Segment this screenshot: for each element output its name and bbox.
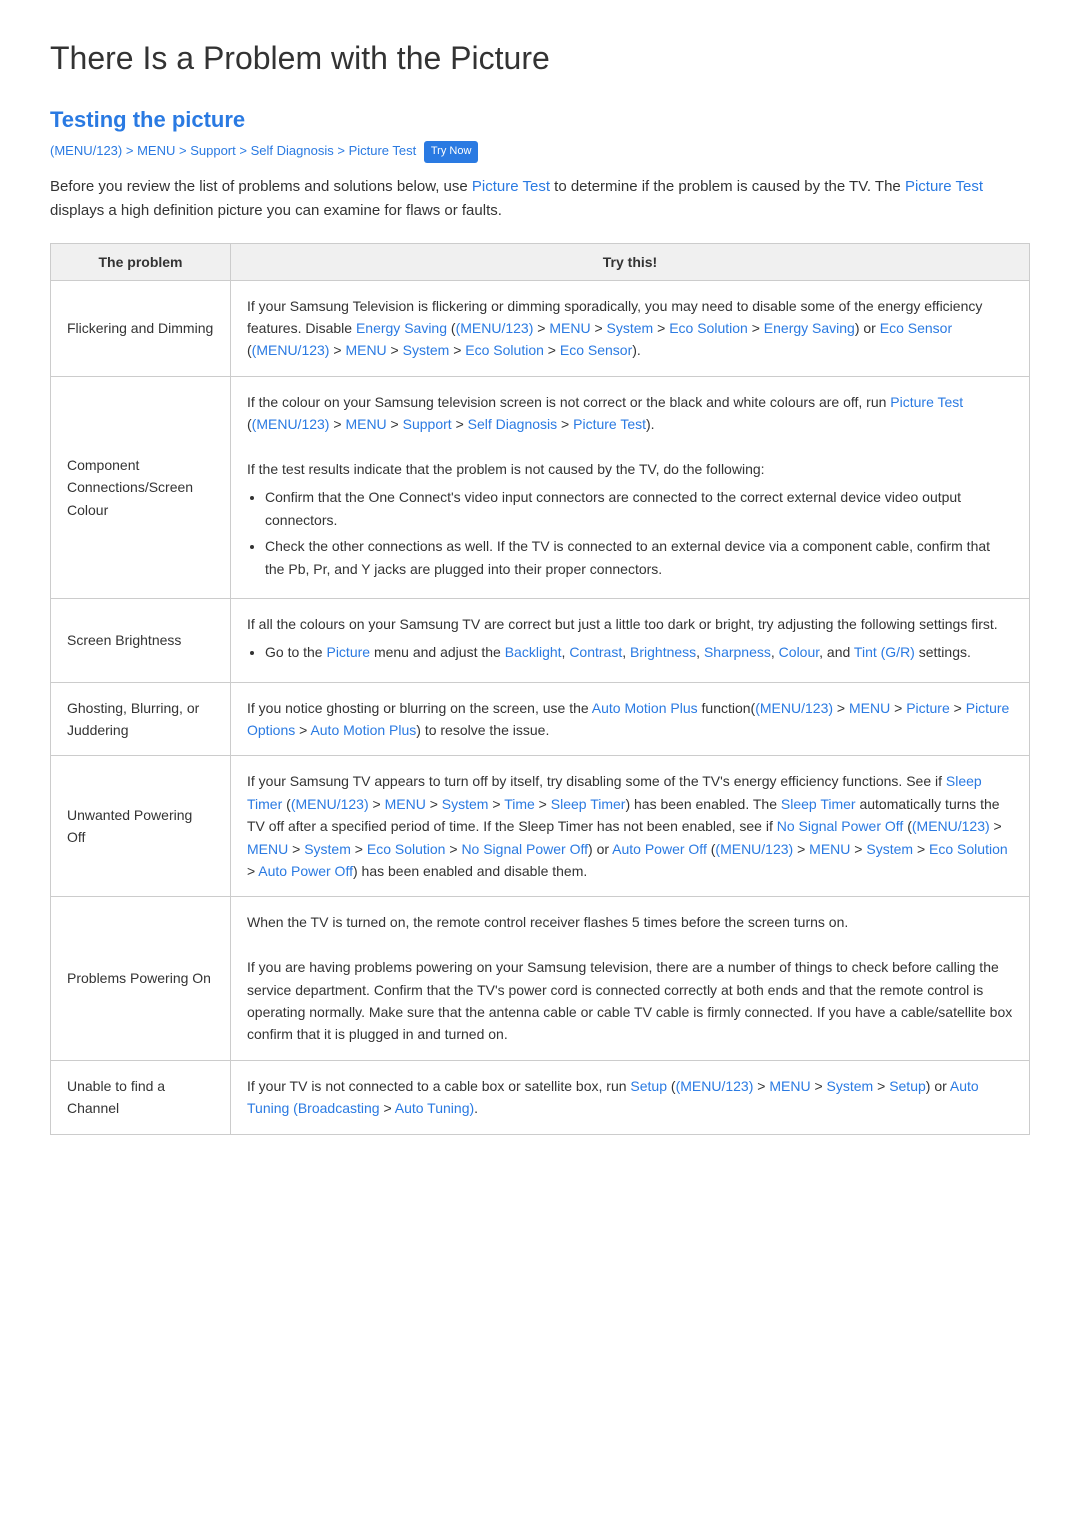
solution-text: If your Samsung TV appears to turn off b… <box>231 756 1030 897</box>
table-row: Screen Brightness If all the colours on … <box>51 598 1030 682</box>
solution-text: When the TV is turned on, the remote con… <box>231 897 1030 1060</box>
problem-label: Unable to find a Channel <box>51 1060 231 1134</box>
table-row: Unable to find a Channel If your TV is n… <box>51 1060 1030 1134</box>
table-row: Problems Powering On When the TV is turn… <box>51 897 1030 1060</box>
problem-label: Ghosting, Blurring, or Juddering <box>51 682 231 756</box>
problem-label: Screen Brightness <box>51 598 231 682</box>
breadcrumb: (MENU/123) > MENU > Support > Self Diagn… <box>50 141 1030 163</box>
problem-label: Component Connections/Screen Colour <box>51 376 231 598</box>
page-title: There Is a Problem with the Picture <box>50 40 1030 77</box>
table-row: Unwanted Powering Off If your Samsung TV… <box>51 756 1030 897</box>
table-row: Flickering and Dimming If your Samsung T… <box>51 280 1030 376</box>
solution-text: If all the colours on your Samsung TV ar… <box>231 598 1030 682</box>
problems-table: The problem Try this! Flickering and Dim… <box>50 243 1030 1135</box>
section-title: Testing the picture <box>50 107 1030 133</box>
solution-text: If your TV is not connected to a cable b… <box>231 1060 1030 1134</box>
solution-text: If your Samsung Television is flickering… <box>231 280 1030 376</box>
table-row: Ghosting, Blurring, or Juddering If you … <box>51 682 1030 756</box>
col-problem: The problem <box>51 243 231 280</box>
table-row: Component Connections/Screen Colour If t… <box>51 376 1030 598</box>
problem-label: Problems Powering On <box>51 897 231 1060</box>
problem-label: Flickering and Dimming <box>51 280 231 376</box>
try-now-badge[interactable]: Try Now <box>424 141 479 163</box>
solution-text: If you notice ghosting or blurring on th… <box>231 682 1030 756</box>
solution-text: If the colour on your Samsung television… <box>231 376 1030 598</box>
problem-label: Unwanted Powering Off <box>51 756 231 897</box>
intro-text: Before you review the list of problems a… <box>50 175 1030 223</box>
col-solution: Try this! <box>231 243 1030 280</box>
